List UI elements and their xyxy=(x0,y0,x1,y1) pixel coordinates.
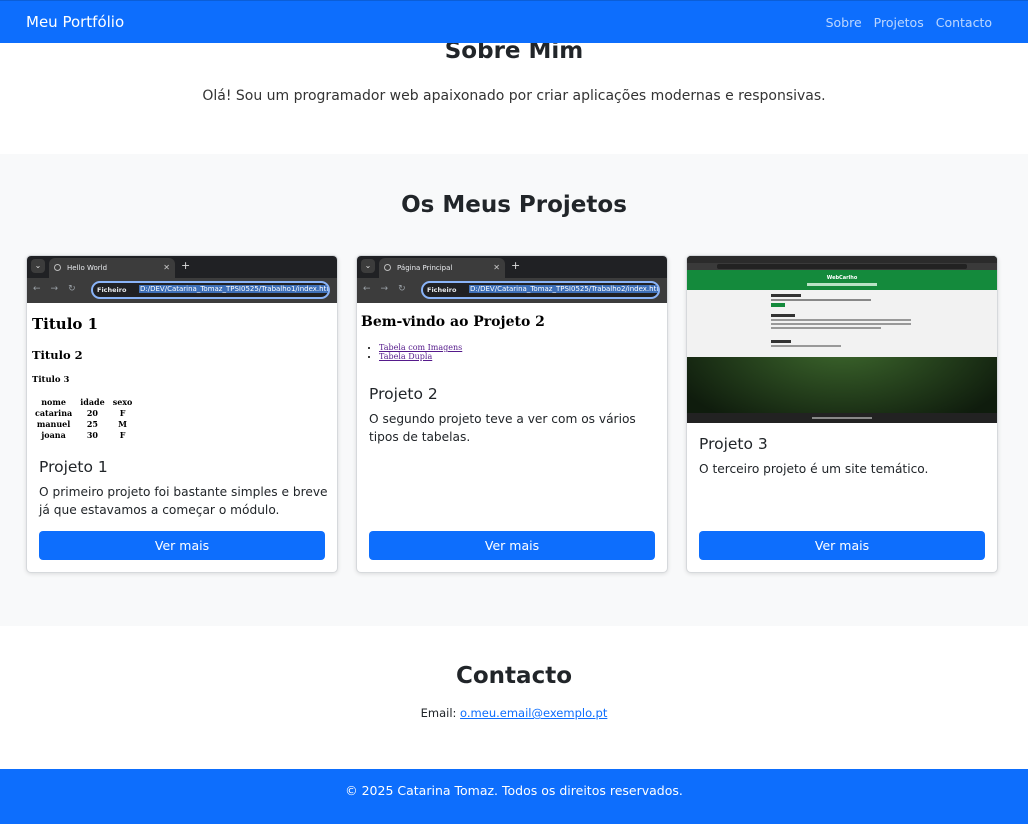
address-label: Ficheiro xyxy=(427,286,457,294)
project-1-screenshot: ⌄ Hello World ✕ + ←→↻ Ficheiro D:/DEV/Ca… xyxy=(27,256,337,452)
contact-section: Contacto Email: o.meu.email@exemplo.pt xyxy=(0,626,1028,769)
mini-td: F xyxy=(119,430,126,440)
tab-title: Hello World xyxy=(67,264,108,272)
mini-h3: Titulo 3 xyxy=(32,375,70,385)
project-title: Projeto 3 xyxy=(699,435,768,453)
mini-td: manuel xyxy=(36,419,71,429)
contact-line: Email: o.meu.email@exemplo.pt xyxy=(0,706,1028,720)
new-tab-icon: + xyxy=(181,259,191,272)
mini-table: nome idade sexo catarina 20 F manuel 25 … xyxy=(29,396,138,441)
project-title: Projeto 2 xyxy=(369,385,438,403)
project-2-screenshot: ⌄ Página Principal ✕ + ←→↻ Ficheiro D:/D… xyxy=(357,256,667,376)
address-label: Ficheiro xyxy=(97,286,127,294)
mini-th: nome xyxy=(41,397,66,407)
close-icon: ✕ xyxy=(163,263,170,272)
browser-tab: Hello World ✕ xyxy=(49,258,175,278)
about-text: Olá! Sou um programador web apaixonado p… xyxy=(202,88,826,104)
browser-tab: Página Principal ✕ xyxy=(379,258,505,278)
website-thumbnail: WebCarlho xyxy=(687,256,997,423)
mini-h1: Titulo 1 xyxy=(32,315,99,333)
browser-chrome: ⌄ Hello World ✕ + ←→↻ Ficheiro D:/DEV/Ca… xyxy=(27,256,337,303)
project-3-screenshot: WebCarlho xyxy=(687,256,997,423)
footer-text: © 2025 Catarina Tomaz. Todos os direitos… xyxy=(345,783,683,798)
project-description: O terceiro projeto é um site temático. xyxy=(699,462,929,476)
project-card-1: ⌄ Hello World ✕ + ←→↻ Ficheiro D:/DEV/Ca… xyxy=(26,255,338,573)
navbar-brand[interactable]: Meu Portfólio xyxy=(26,13,124,31)
browser-chrome: ⌄ Página Principal ✕ + ←→↻ Ficheiro D:/D… xyxy=(357,256,667,303)
globe-icon xyxy=(384,264,391,271)
project-description: O primeiro projeto foi bastante simples … xyxy=(39,485,328,517)
mini-td: 30 xyxy=(86,430,98,440)
nav-links: Sobre Projetos Contacto xyxy=(826,15,992,30)
address-url: D:/DEV/Catarina_Tomaz_TPSI0525/Trabalho1… xyxy=(139,285,328,293)
address-url: D:/DEV/Catarina_Tomaz_TPSI0525/Trabalho2… xyxy=(469,285,658,293)
ver-mais-button[interactable]: Ver mais xyxy=(369,531,655,560)
project-card-2: ⌄ Página Principal ✕ + ←→↻ Ficheiro D:/D… xyxy=(356,255,668,573)
new-tab-icon: + xyxy=(511,259,521,272)
mini-link-list: Tabela com Imagens Tabela Dupla xyxy=(359,343,462,361)
tab-list-icon: ⌄ xyxy=(31,259,45,273)
ver-mais-button[interactable]: Ver mais xyxy=(699,531,985,560)
nav-arrows-icon: ←→↻ xyxy=(363,284,416,294)
mini-td: catarina xyxy=(35,408,73,418)
ver-mais-button[interactable]: Ver mais xyxy=(39,531,325,560)
site-title: WebCarlho xyxy=(827,275,858,281)
mini-td: F xyxy=(119,408,126,418)
mini-th: sexo xyxy=(112,397,133,407)
projects-section: Os Meus Projetos ⌄ Hello World ✕ + ←→↻ F… xyxy=(0,154,1028,626)
mini-td: 25 xyxy=(86,419,98,429)
mini-link: Tabela Dupla xyxy=(379,352,433,361)
tab-title: Página Principal xyxy=(397,264,453,272)
about-section: Sobre Mim Olá! Sou um programador web ap… xyxy=(0,38,1028,154)
project-description: O segundo projeto teve a ver com os vári… xyxy=(369,412,636,444)
footer: © 2025 Catarina Tomaz. Todos os direitos… xyxy=(0,769,1028,824)
address-bar: Ficheiro D:/DEV/Catarina_Tomaz_TPSI0525/… xyxy=(91,281,330,299)
email-link[interactable]: o.meu.email@exemplo.pt xyxy=(460,706,607,720)
mini-td: joana xyxy=(41,430,66,440)
nav-link-sobre[interactable]: Sobre xyxy=(826,15,862,30)
mini-h1: Bem-vindo ao Projeto 2 xyxy=(361,314,545,330)
mini-td: 20 xyxy=(86,408,98,418)
contact-title: Contacto xyxy=(456,663,572,689)
navbar: Meu Portfólio Sobre Projetos Contacto xyxy=(0,0,1028,43)
mini-th: idade xyxy=(80,397,105,407)
globe-icon xyxy=(54,264,61,271)
mini-h2: Titulo 2 xyxy=(32,348,83,362)
mini-link: Tabela com Imagens xyxy=(379,343,463,352)
address-bar: Ficheiro D:/DEV/Catarina_Tomaz_TPSI0525/… xyxy=(421,281,660,299)
nav-link-contacto[interactable]: Contacto xyxy=(936,15,992,30)
nav-link-projetos[interactable]: Projetos xyxy=(874,15,924,30)
email-label: Email: xyxy=(420,706,457,720)
projects-title: Os Meus Projetos xyxy=(401,192,627,218)
project-card-3: WebCarlho Projeto 3 O terceiro projeto é… xyxy=(686,255,998,573)
nav-arrows-icon: ←→↻ xyxy=(33,284,86,294)
project-title: Projeto 1 xyxy=(39,458,108,476)
mini-td: M xyxy=(118,419,127,429)
close-icon: ✕ xyxy=(493,263,500,272)
tab-list-icon: ⌄ xyxy=(361,259,375,273)
